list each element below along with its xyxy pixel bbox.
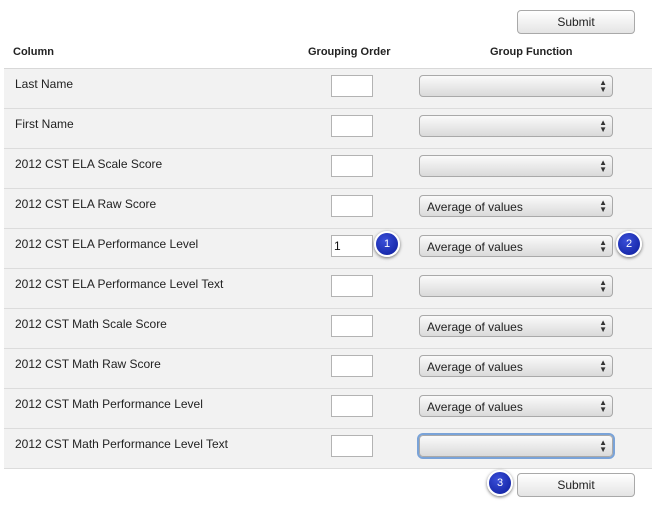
group-function-select[interactable]: ▲ ▼ <box>417 433 615 459</box>
table-row: 2012 CST ELA Performance Level Text ▲ ▼ <box>4 269 652 309</box>
up-down-arrows-icon: ▲ ▼ <box>599 118 607 134</box>
group-function-value: Average of values <box>427 320 523 334</box>
grouping-order-input[interactable] <box>331 115 373 137</box>
table-row: First Name ▲ ▼ <box>4 109 652 149</box>
group-function-select[interactable]: ▲ ▼ <box>419 75 613 97</box>
grouping-order-input[interactable] <box>331 195 373 217</box>
grouping-order-input[interactable] <box>331 395 373 417</box>
column-name-label: Last Name <box>15 77 74 91</box>
table-row: 2012 CST ELA Raw Score Average of values ▲… <box>4 189 652 229</box>
group-function-value: Average of values <box>427 360 523 374</box>
group-function-select[interactable]: Average of values ▲ ▼ <box>419 235 613 257</box>
grouping-order-input[interactable] <box>331 155 373 177</box>
column-name-label: 2012 CST Math Raw Score <box>15 357 161 371</box>
submit-top-button[interactable]: Submit <box>517 10 635 34</box>
grouping-order-input[interactable] <box>331 355 373 377</box>
column-name-label: 2012 CST Math Performance Level <box>15 397 203 411</box>
grouping-order-input[interactable] <box>331 275 373 297</box>
column-name-label: 2012 CST ELA Raw Score <box>15 197 157 211</box>
submit-bottom-button[interactable]: Submit <box>517 473 635 497</box>
table-row: 2012 CST Math Performance Level Average o… <box>4 389 652 429</box>
table-row: 2012 CST Math Scale Score Average of valu… <box>4 309 652 349</box>
up-down-arrows-icon: ▲ ▼ <box>599 198 607 214</box>
column-name-label: 2012 CST ELA Scale Score <box>15 157 163 171</box>
column-name-label: 2012 CST ELA Performance Level Text <box>15 277 224 291</box>
group-function-value: Average of values <box>427 240 523 254</box>
group-function-value: Average of values <box>427 400 523 414</box>
grouping-order-header: Grouping Order <box>308 46 391 58</box>
callout-badge-2: 2 <box>616 231 642 257</box>
callout-badge-1: 1 <box>374 231 400 257</box>
grouping-order-input[interactable] <box>331 315 373 337</box>
table-row: Last Name ▲ ▼ <box>4 69 652 109</box>
column-header: Column <box>13 46 54 58</box>
group-function-select[interactable]: ▲ ▼ <box>419 155 613 177</box>
group-function-select[interactable]: Average of values ▲ ▼ <box>419 315 613 337</box>
column-name-label: 2012 CST Math Scale Score <box>15 317 167 331</box>
up-down-arrows-icon: ▲ ▼ <box>599 238 607 254</box>
grouping-table: Last Name ▲ ▼ First Name ▲ ▼ 2012 CST ELA Scal… <box>4 68 652 469</box>
group-function-value: Average of values <box>427 200 523 214</box>
up-down-arrows-icon: ▲ ▼ <box>599 158 607 174</box>
callout-badge-3: 3 <box>487 470 513 496</box>
column-name-label: 2012 CST ELA Performance Level <box>15 237 199 251</box>
up-down-arrows-icon: ▲ ▼ <box>599 318 607 334</box>
up-down-arrows-icon: ▲ ▼ <box>599 78 607 94</box>
grouping-order-input[interactable] <box>331 75 373 97</box>
table-row: 2012 CST ELA Scale Score ▲ ▼ <box>4 149 652 189</box>
group-function-header: Group Function <box>490 46 573 58</box>
column-name-label: First Name <box>15 117 74 131</box>
up-down-arrows-icon: ▲ ▼ <box>599 358 607 374</box>
up-down-arrows-icon: ▲ ▼ <box>599 398 607 414</box>
table-row: 2012 CST Math Raw Score Average of values… <box>4 349 652 389</box>
table-row: 2012 CST Math Performance Level Text ▲ ▼ <box>4 429 652 469</box>
group-function-select[interactable]: Average of values ▲ ▼ <box>419 395 613 417</box>
group-function-select[interactable]: Average of values ▲ ▼ <box>419 195 613 217</box>
table-row: 2012 CST ELA Performance Level Average of… <box>4 229 652 269</box>
group-function-select[interactable]: ▲ ▼ <box>419 115 613 137</box>
group-function-select[interactable]: Average of values ▲ ▼ <box>419 355 613 377</box>
column-name-label: 2012 CST Math Performance Level Text <box>15 437 228 451</box>
up-down-arrows-icon: ▲ ▼ <box>599 438 607 454</box>
grouping-order-input[interactable] <box>331 435 373 457</box>
grouping-order-input[interactable] <box>331 235 373 257</box>
group-function-select[interactable]: ▲ ▼ <box>419 275 613 297</box>
up-down-arrows-icon: ▲ ▼ <box>599 278 607 294</box>
